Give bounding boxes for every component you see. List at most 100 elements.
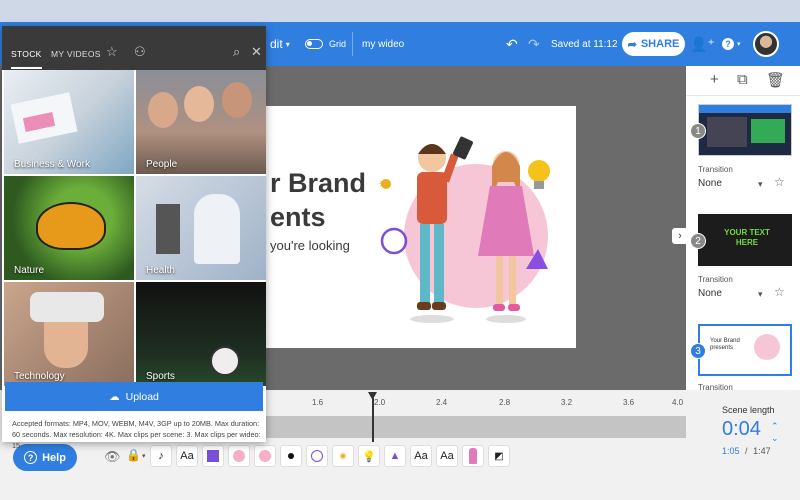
divider [352,32,353,56]
dot-layer-icon[interactable] [280,445,302,467]
timeline-track[interactable] [266,416,686,438]
category-tile-business[interactable]: Business & Work [4,70,134,174]
girl-character-layer-icon[interactable] [462,445,484,467]
users-icon[interactable]: ⚇ [134,44,146,60]
edit-menu[interactable]: dit ▾ [270,22,290,66]
slide-headline-line2[interactable]: ents [270,202,326,233]
chevron-down-icon[interactable]: ⌄ [771,432,779,444]
transition-select-2[interactable]: None [698,288,722,299]
tick-label: 4.0 [672,398,684,407]
scenes-toolbar: + ⧉ 🗑 [686,66,800,96]
stock-panel-header: STOCK MY VIDEOS ☆ ⚇ ⌕ ✕ [2,26,266,70]
add-user-icon[interactable]: 👤⁺ [690,22,715,66]
scene-length-stepper[interactable]: ⌃ ⌄ [771,420,779,444]
category-tile-health[interactable]: Health [136,176,266,280]
playhead[interactable] [372,398,374,442]
undo-icon[interactable]: ↶ [506,22,518,66]
question-icon: ? [722,38,734,50]
project-name[interactable]: my wideo [362,22,404,66]
star-icon[interactable]: ☆ [106,44,118,60]
tick-label: 3.6 [623,398,635,407]
thumb-text: Your Brand presents [710,338,740,351]
category-tile-technology[interactable]: Technology [4,282,134,386]
chevron-down-icon[interactable]: ▾ [758,289,763,300]
edit-label: dit [270,37,283,51]
avatar[interactable] [753,31,779,57]
grid-label: Grid [329,39,347,49]
eye-icon[interactable]: 👁 [104,449,121,465]
slide-subtitle[interactable]: you're looking [270,238,350,253]
scene-thumbnail-2[interactable]: YOUR TEXT HERE [698,214,792,266]
tick-label: 2.0 [374,398,386,407]
chevron-down-icon[interactable]: ▾ [142,452,146,460]
category-label: Nature [14,265,45,276]
scene-thumbnail-1[interactable] [698,104,792,156]
scene-number-3: 3 [690,343,706,359]
share-label: SHARE [640,38,680,50]
slide-headline-line1[interactable]: r Brand [270,168,366,199]
timeline-ruler[interactable]: 1.6 2.0 2.4 2.8 3.2 3.6 4.0 [266,392,686,414]
transition-label: Transition [698,275,733,284]
characters-illustration[interactable]: ✷ [366,126,576,348]
help-menu[interactable]: ? ▾ [722,22,741,66]
saved-status: Saved at 11:12 [551,38,618,50]
scene-length-label: Scene length [722,405,775,415]
scene-length-value[interactable]: 0:04 [722,418,761,441]
tick-label: 1.6 [312,398,324,407]
scene-thumbnail-3[interactable]: Your Brand presents [698,324,792,376]
transition-select-1[interactable]: None [698,178,722,189]
scene-number-2: 2 [690,233,706,249]
category-label: Sports [146,371,175,382]
lightbulb-icon [528,160,550,189]
star-icon[interactable]: ☆ [774,285,785,299]
share-button[interactable]: ➦ SHARE [622,32,685,56]
transition-label: Transition [698,165,733,174]
duplicate-scene-icon[interactable]: ⧉ [737,71,748,88]
redo-icon[interactable]: ↷ [528,22,540,66]
scene-time-readout: 1:05 / 1:47 [722,446,771,456]
cloud-upload-icon: ☁ [109,390,120,403]
chevron-up-icon[interactable]: ⌃ [771,420,779,432]
delete-scene-icon[interactable]: 🗑 [766,71,785,89]
add-scene-icon[interactable]: + [710,71,719,88]
category-label: Technology [14,371,65,382]
chevron-down-icon[interactable]: ▾ [758,179,763,190]
outline-circle-layer-icon[interactable] [306,445,328,467]
outline-circle-shape [380,227,408,255]
close-icon[interactable]: ✕ [251,44,262,60]
upload-button[interactable]: ☁ Upload [5,382,263,411]
tab-my-videos[interactable]: MY VIDEOS [51,49,101,59]
chevron-down-icon: ▾ [737,41,741,48]
triangle-layer-icon[interactable]: ▲ [384,445,406,467]
sun-layer-icon[interactable]: ✷ [332,445,354,467]
category-tile-nature[interactable]: Nature [4,176,134,280]
accepted-formats-text: Accepted formats: MP4, MOV, WEBM, M4V, 3… [12,419,261,450]
search-icon[interactable]: ⌕ [233,44,240,60]
category-label: Business & Work [14,159,90,170]
star-icon[interactable]: ☆ [774,175,785,189]
category-label: People [146,159,178,170]
category-tile-people[interactable]: People [136,70,266,174]
category-label: Health [146,265,175,276]
tick-label: 2.8 [499,398,511,407]
svg-text:✷: ✷ [378,177,388,191]
time-separator: / [745,446,748,456]
slide-canvas[interactable]: r Brand ents you're looking ✷ [266,106,576,348]
total-time: 1:47 [753,446,771,456]
current-time: 1:05 [722,446,740,456]
thumb-text: YOUR TEXT HERE [724,228,770,247]
chevron-down-icon: ▾ [285,39,290,49]
category-tile-sports[interactable]: Sports [136,282,266,386]
lightbulb-layer-icon[interactable]: 💡 [358,445,380,467]
text-layer[interactable]: Aa [410,445,432,467]
grid-toggle[interactable]: Grid [305,22,346,66]
stock-media-panel: STOCK MY VIDEOS ☆ ⚇ ⌕ ✕ Business & Work … [2,26,266,450]
question-icon: ? [24,451,38,464]
image-layer-icon[interactable]: ◩ [488,445,510,467]
share-icon: ➦ [627,38,637,51]
tab-stock[interactable]: STOCK [11,49,42,69]
text-layer[interactable]: Aa [436,445,458,467]
scene-number-1: 1 [690,123,706,139]
help-label: Help [42,451,66,464]
tick-label: 3.2 [561,398,573,407]
